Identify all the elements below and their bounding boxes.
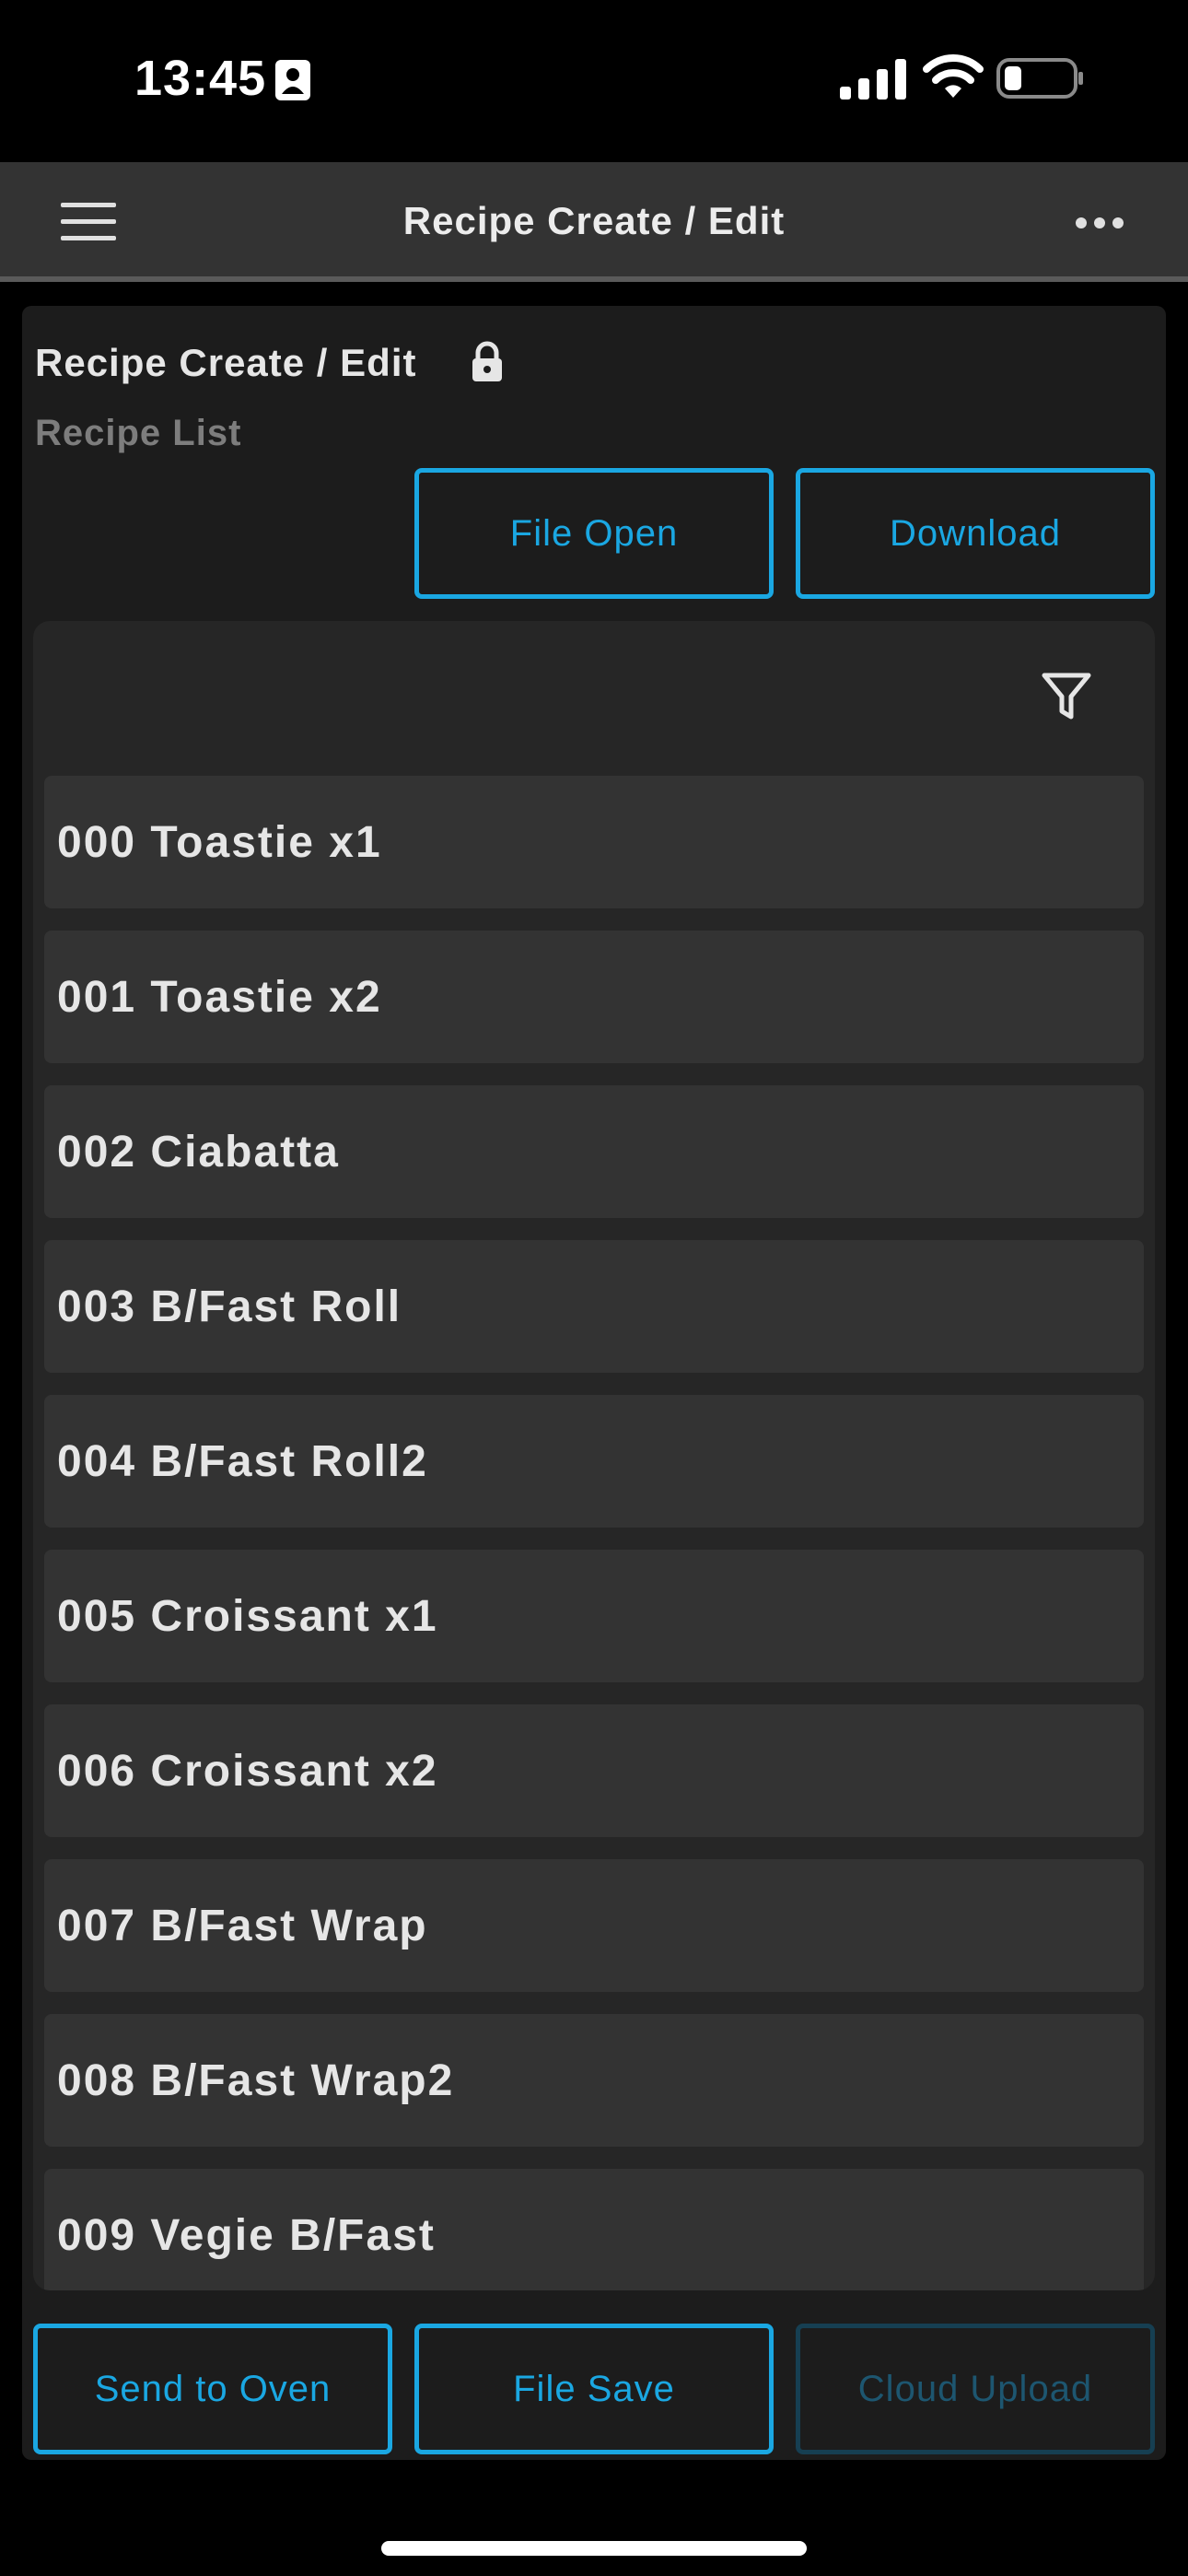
list-item-label: 001 Toastie x2 (57, 972, 382, 1022)
home-indicator[interactable] (381, 2541, 807, 2556)
list-item-label: 009 Vegie B/Fast (57, 2210, 436, 2260)
list-item[interactable]: 001 Toastie x2 (44, 931, 1144, 1063)
battery-icon (996, 58, 1083, 99)
file-save-button[interactable]: File Save (414, 2324, 774, 2454)
list-item-label: 006 Croissant x2 (57, 1746, 438, 1796)
status-bar: 13:45 (0, 0, 1188, 162)
list-item-label: 000 Toastie x1 (57, 817, 382, 867)
recipe-list: 000 Toastie x1 001 Toastie x2 002 Ciabat… (33, 621, 1155, 2290)
download-button[interactable]: Download (796, 468, 1155, 599)
list-item[interactable]: 004 B/Fast Roll2 (44, 1395, 1144, 1528)
section-title: Recipe Create / Edit (35, 341, 417, 384)
list-item[interactable]: 007 B/Fast Wrap (44, 1859, 1144, 1992)
section-subtitle: Recipe List (35, 413, 242, 453)
list-item-label: 003 B/Fast Roll (57, 1282, 402, 1331)
filter-icon[interactable] (1041, 671, 1092, 722)
app-title: Recipe Create / Edit (402, 199, 786, 242)
recipe-panel: Recipe Create / Edit Recipe List File Op… (22, 306, 1166, 2460)
list-item-label: 002 Ciabatta (57, 1127, 340, 1177)
app-bar: Recipe Create / Edit (0, 162, 1188, 282)
file-open-button[interactable]: File Open (414, 468, 774, 599)
status-time: 13:45 (134, 51, 267, 106)
list-item[interactable]: 008 B/Fast Wrap2 (44, 2014, 1144, 2147)
lock-icon (472, 341, 502, 381)
list-item[interactable]: 006 Croissant x2 (44, 1704, 1144, 1837)
list-item[interactable]: 009 Vegie B/Fast (44, 2169, 1144, 2290)
list-item[interactable]: 002 Ciabatta (44, 1085, 1144, 1218)
screen: 13:45 Recipe Create / Edit Recipe Create… (0, 0, 1188, 2576)
list-item[interactable]: 000 Toastie x1 (44, 776, 1144, 908)
wifi-icon (923, 54, 984, 98)
list-item-label: 005 Croissant x1 (57, 1591, 438, 1641)
list-item[interactable]: 005 Croissant x1 (44, 1550, 1144, 1682)
send-to-oven-button[interactable]: Send to Oven (33, 2324, 392, 2454)
list-item[interactable]: 003 B/Fast Roll (44, 1240, 1144, 1373)
list-item-label: 004 B/Fast Roll2 (57, 1436, 428, 1486)
list-item-label: 008 B/Fast Wrap2 (57, 2055, 455, 2105)
list-item-label: 007 B/Fast Wrap (57, 1901, 428, 1950)
cloud-upload-button: Cloud Upload (796, 2324, 1155, 2454)
cellular-signal-icon (840, 59, 906, 100)
more-horizontal-icon[interactable] (1074, 212, 1125, 234)
contact-card-icon (275, 60, 310, 100)
